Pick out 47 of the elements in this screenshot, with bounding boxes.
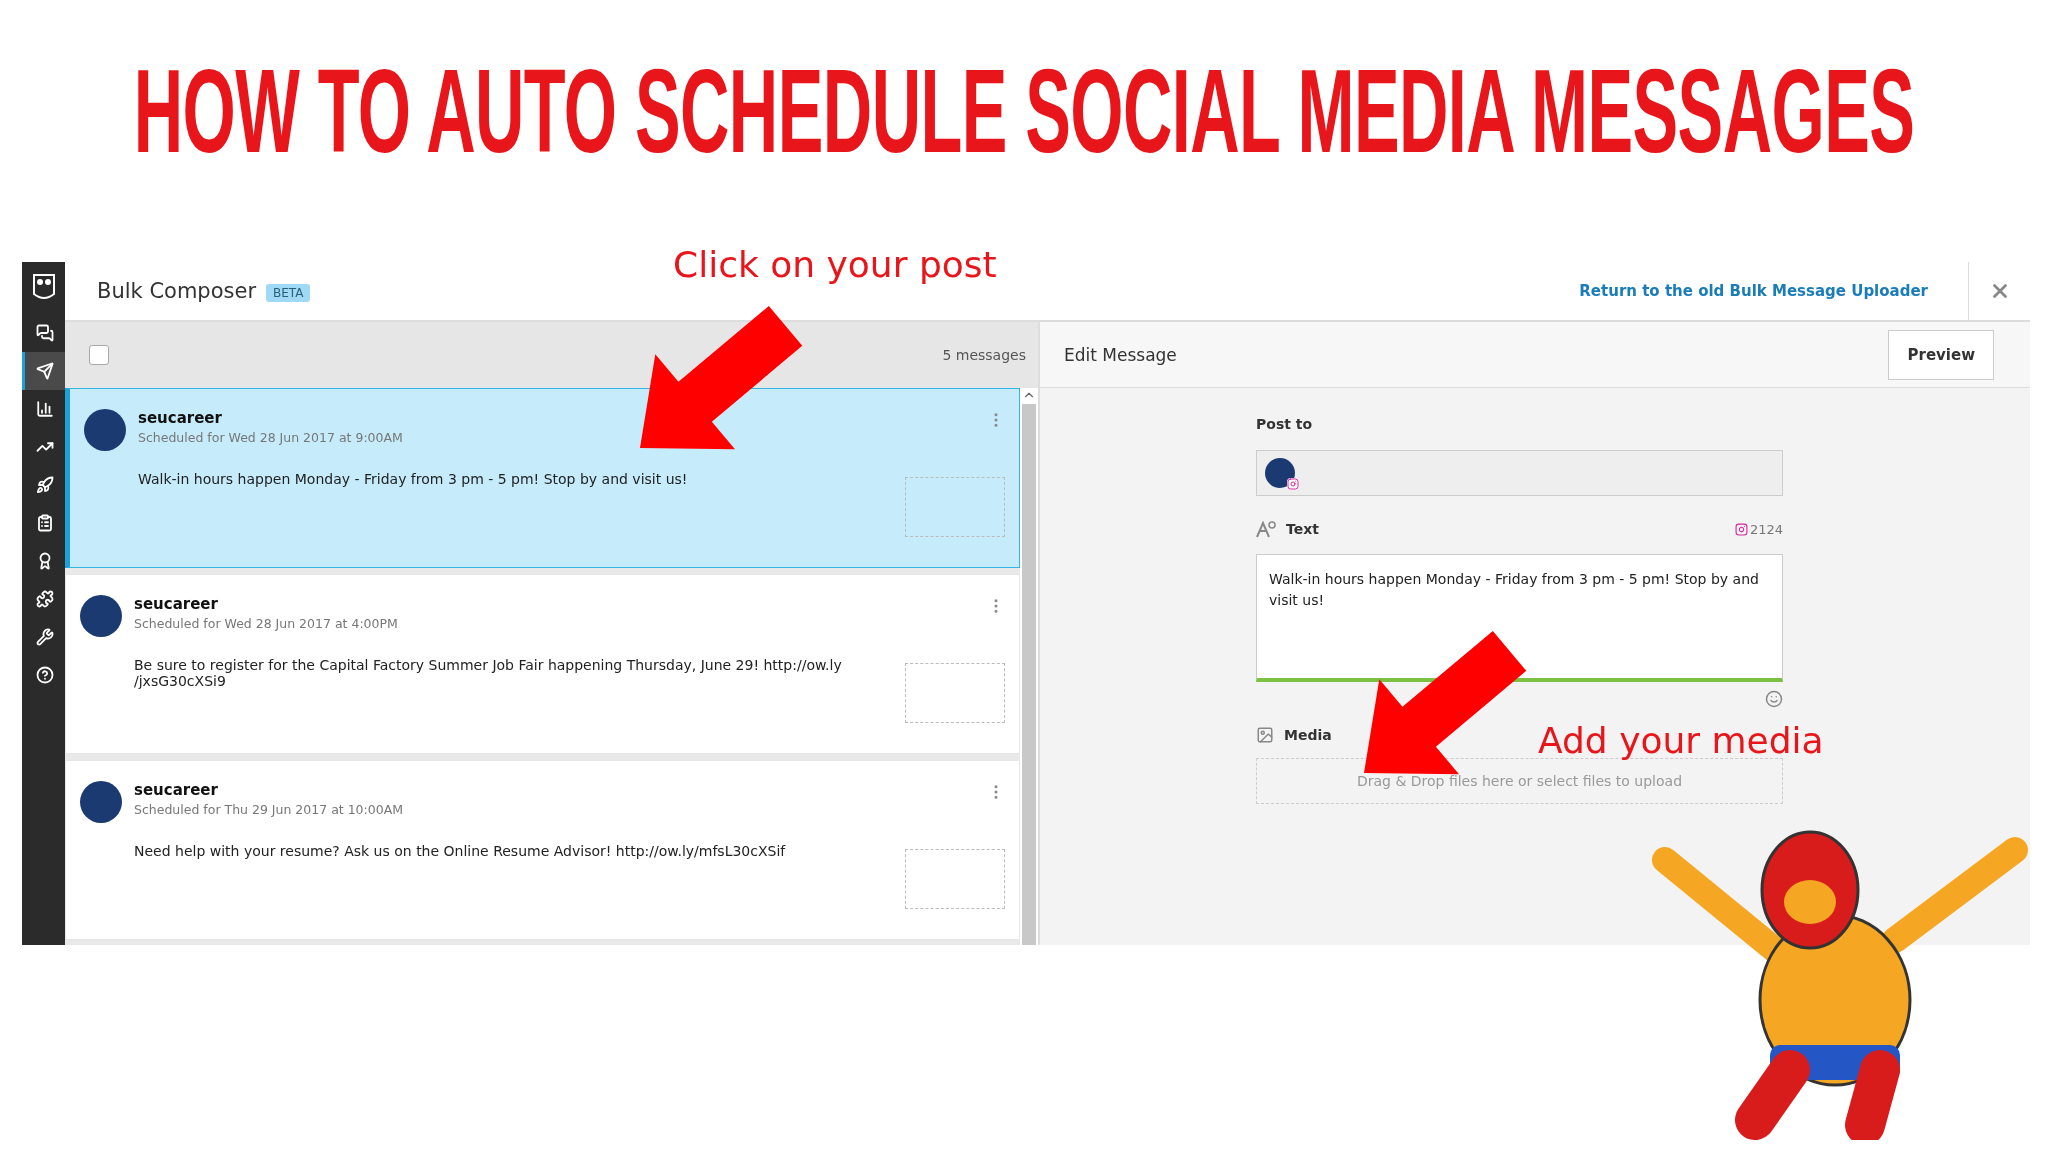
annotation-text: Add your media [1538,720,1824,761]
message-input[interactable]: Walk-in hours happen Monday - Friday from 3 pm - 5 pm! Stop by and visit us! [1256,554,1783,682]
sidebar-icon [36,476,54,494]
sidebar-icon [36,514,54,532]
sidebar-icon [36,666,54,684]
sidebar-icon [36,362,54,380]
font-size-icon [1256,520,1276,538]
sidebar-icon [36,628,54,646]
message-card[interactable]: seucareer Scheduled for Wed 28 Jun 2017 at 9:00AM Walk-in hours happen Monday - Friday from 3 pm - 5 pm! Stop by and visit us! [65,388,1020,568]
annotation-text: Click on your post [673,244,997,285]
account-name: seucareer [134,781,218,799]
media-label: Media [1284,727,1332,743]
avatar [80,595,122,637]
sidebar-icon [36,590,54,608]
owl-logo-icon [30,272,57,302]
message-count: 5 messages [942,347,1026,363]
schedule-time: Scheduled for Wed 28 Jun 2017 at 4:00PM [134,616,398,631]
image-icon [1256,726,1274,744]
return-link[interactable]: Return to the old Bulk Message Uploader [1579,282,1928,300]
instagram-icon [1287,478,1299,490]
sidebar-item[interactable] [22,352,65,390]
profile-picker-field[interactable] [1256,450,1783,496]
preview-button[interactable]: Preview [1888,329,1994,380]
beta-badge: BETA [266,284,311,302]
scrollbar[interactable] [1020,388,1038,945]
sidebar-icon [36,400,54,418]
page-heading: Bulk Composer [97,279,257,303]
message-text: Be sure to register for the Capital Factory Summer Job Fair happening Thursday, June 29! http://ow.ly /jxsG30cXSi9 [134,657,843,689]
message-text: Walk-in hours happen Monday - Friday from 3 pm - 5 pm! Stop by and visit us! [138,471,689,487]
text-label: Text [1286,521,1319,537]
post-to-label: Post to [1256,416,1314,432]
message-card[interactable]: seucareer Scheduled for Thu 29 Jun 2017 at 10:00AM Need help with your resume? Ask us on the Online Resume Advisor! http://ow.ly/mfsL30cXSif [65,760,1020,940]
account-name: seucareer [134,595,218,613]
emoji-icon[interactable] [1765,690,1783,708]
avatar [80,781,122,823]
character-count: 2124 [1749,521,1783,537]
schedule-time: Scheduled for Wed 28 Jun 2017 at 9:00AM [138,430,403,445]
avatar [84,409,126,451]
instagram-icon [1734,522,1748,536]
schedule-time: Scheduled for Thu 29 Jun 2017 at 10:00AM [134,802,404,817]
page-title: HOW TO AUTO SCHEDULE SOCIAL MEDIA MESSAGES [133,52,1915,170]
message-text: Need help with your resume? Ask us on the Online Resume Advisor! http://ow.ly/mfsL30cXSif [134,843,787,859]
sidebar-icon [36,324,54,342]
message-card[interactable]: seucareer Scheduled for Wed 28 Jun 2017 at 4:00PM Be sure to register for the Capital Factory Summer Job Fair happening Thursday, June 29! http://ow.ly /jxsG30cXSi9 [65,574,1020,754]
edit-title: Edit Message [1064,344,1177,365]
account-name: seucareer [138,409,222,427]
select-all-checkbox[interactable] [89,345,109,365]
